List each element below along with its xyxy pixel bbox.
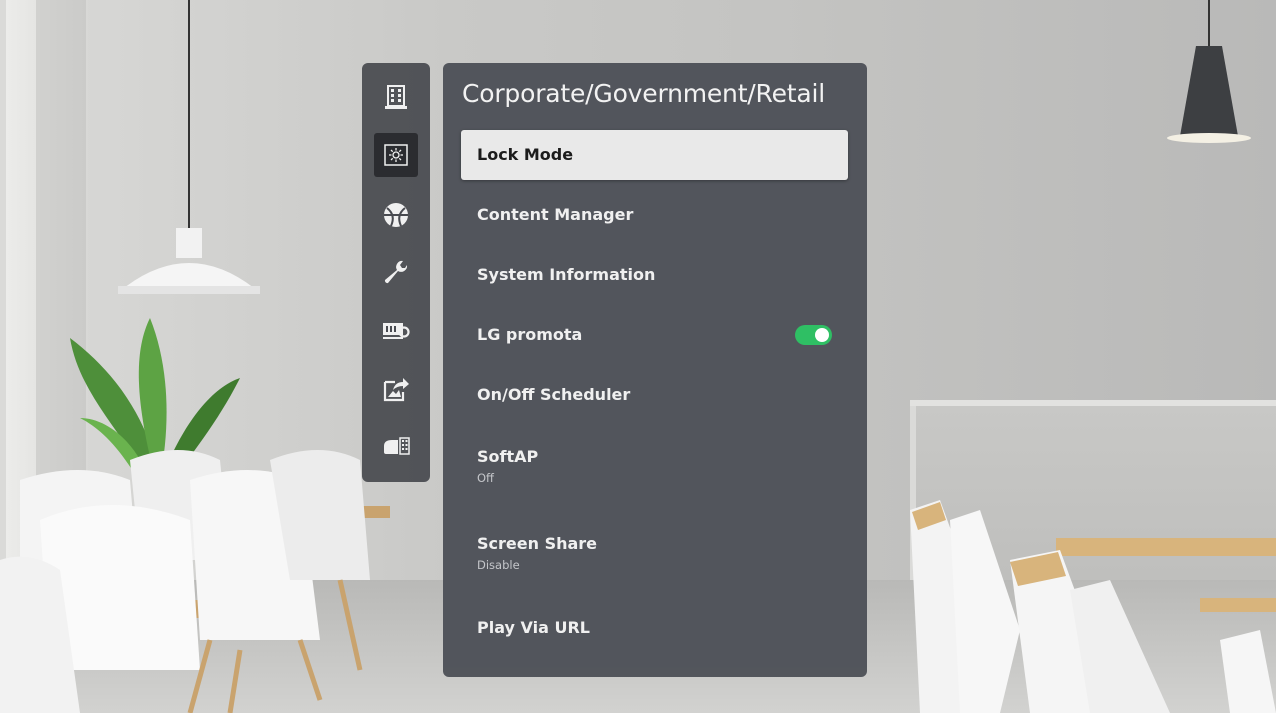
menu-item-label: Play Via URL	[477, 618, 590, 637]
settings-category-rail	[362, 63, 430, 482]
menu-item-label: System Information	[477, 265, 656, 284]
panel-title: Corporate/Government/Retail	[462, 79, 825, 108]
menu-item-label: On/Off Scheduler	[477, 385, 631, 404]
menu-item-on-off-scheduler[interactable]: On/Off Scheduler	[461, 370, 848, 420]
menu-item-value: Off	[477, 471, 494, 485]
network-globe-icon[interactable]	[374, 193, 418, 237]
share-icon[interactable]	[374, 367, 418, 411]
menu-item-label: LG promota	[477, 325, 583, 344]
menu-item-screen-share[interactable]: Screen Share Disable	[461, 522, 848, 582]
lg-promota-toggle[interactable]	[795, 325, 832, 345]
menu-item-play-via-url[interactable]: Play Via URL	[461, 603, 848, 653]
menu-item-value: Disable	[477, 558, 520, 572]
menu-item-lg-promota[interactable]: LG promota	[461, 310, 848, 360]
building-icon[interactable]	[374, 75, 418, 119]
settings-panel: Corporate/Government/Retail Lock Mode Co…	[443, 63, 867, 677]
accessibility-icon[interactable]	[374, 425, 418, 469]
menu-item-label: Lock Mode	[477, 145, 574, 164]
screen-settings-icon[interactable]	[374, 133, 418, 177]
toggle-knob	[815, 328, 829, 342]
menu-item-softap[interactable]: SoftAP Off	[461, 435, 848, 495]
device-settings-icon[interactable]	[374, 309, 418, 353]
menu-item-content-manager[interactable]: Content Manager	[461, 190, 848, 240]
menu-item-label: SoftAP	[477, 447, 539, 466]
menu-item-label: Screen Share	[477, 534, 598, 553]
menu-item-system-information[interactable]: System Information	[461, 250, 848, 300]
wrench-icon[interactable]	[374, 251, 418, 295]
menu-item-lock-mode[interactable]: Lock Mode	[461, 130, 848, 180]
menu-item-label: Content Manager	[477, 205, 634, 224]
